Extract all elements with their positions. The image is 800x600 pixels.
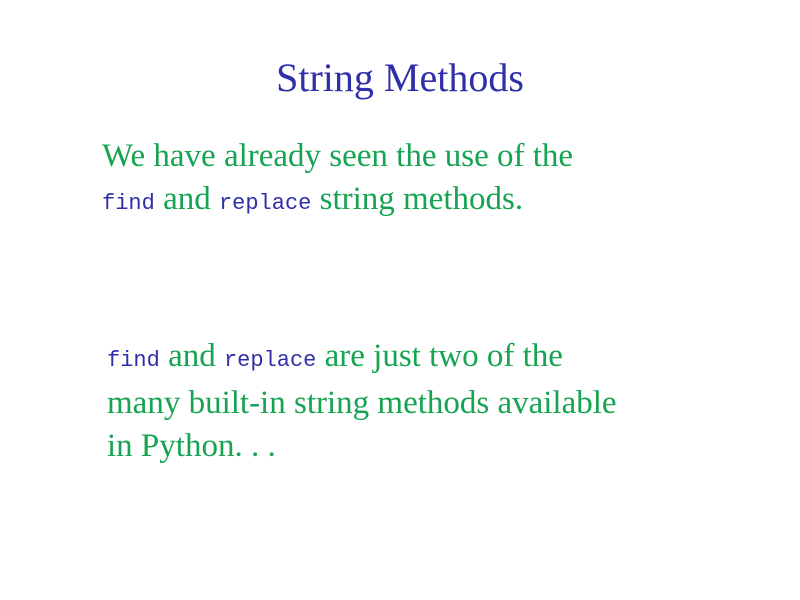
intro-line-2: find and replace string methods. [102,178,573,225]
intro-paragraph: We have already seen the use of the find… [102,135,573,225]
methods-line-2: many built-in string methods available [107,385,617,421]
slide: String Methods We have already seen the … [0,0,800,600]
code-replace: replace [218,191,312,216]
slide-title: String Methods [276,55,524,100]
methods-line-3: in Python. . . [107,428,276,464]
intro-line-2-tail: string methods. [311,181,524,217]
methods-line-1-tail: are just two of the [316,338,563,374]
methods-paragraph: find and replace are just two of the man… [107,335,617,468]
code-find: find [107,348,160,373]
intro-line-1: We have already seen the use of the [102,138,574,174]
and-text: and [154,181,219,217]
code-replace: replace [223,348,317,373]
methods-line-1: find and replace are just two of the [107,335,617,382]
code-find: find [102,191,155,216]
and-text: and [159,338,224,374]
